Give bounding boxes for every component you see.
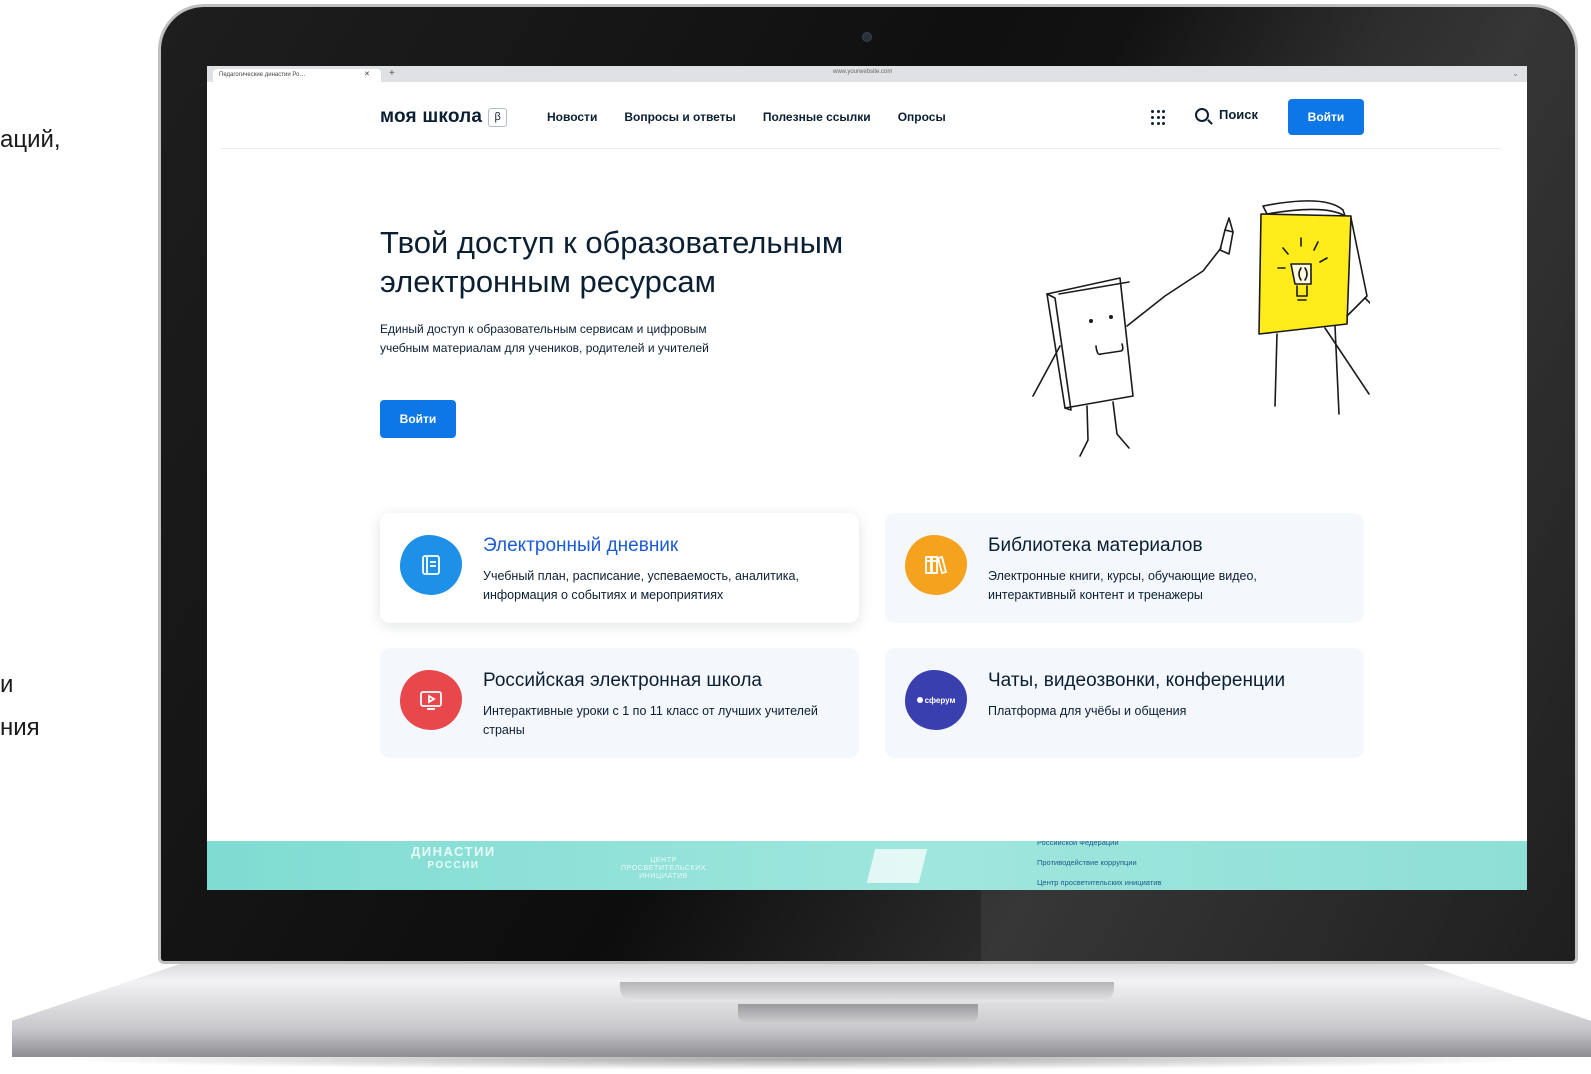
browser-chrome: Педагогические династии Ро… ✕ + www.your… [207,66,1527,82]
footer-link[interactable]: Противодействие коррупции [1037,853,1161,873]
footer-strip: ДИНАСТИИ РОССИИ ЦЕНТР ПРОСВЕТИТЕЛЬСКИХ И… [207,841,1527,890]
service-card-library[interactable]: Библиотека материалов Электронные книги,… [885,513,1364,623]
service-card-sferum[interactable]: сферум Чаты, видеозвонки, конференции Пл… [885,648,1364,758]
card-description: Платформа для учёбы и общения [988,704,1187,718]
site-logo[interactable]: моя школа β [380,106,508,128]
laptop-base-notch [738,1004,978,1024]
site-header: моя школа β Новости Вопросы и ответы Пол… [207,82,1527,149]
nav-item-polls[interactable]: Опросы [898,110,946,124]
search-button[interactable]: Поиск [1195,107,1258,122]
search-label: Поиск [1219,107,1259,122]
tab-title: Педагогические династии Ро… [219,72,306,78]
chevron-down-icon[interactable]: ⌄ [1512,69,1519,78]
new-tab-icon[interactable]: + [389,68,395,79]
card-description: Интерактивные уроки с 1 по 11 класс от л… [483,704,818,737]
footer-brand-line: ДИНАСТИИ [411,844,496,859]
close-icon[interactable]: ✕ [364,70,370,78]
camera-icon [862,32,872,42]
footer-center-logo[interactable]: ЦЕНТР ПРОСВЕТИТЕЛЬСКИХ ИНИЦИАТИВ [621,857,706,881]
service-card-diary[interactable]: Электронный дневник Учебный план, распис… [380,513,859,623]
card-title[interactable]: Электронный дневник [483,535,678,557]
footer-brand[interactable]: ДИНАСТИИ РОССИИ [411,845,496,873]
card-description: Учебный план, расписание, успеваемость, … [483,569,799,602]
footer-link[interactable]: Российской Федерации [1037,841,1161,853]
card-description: Электронные книги, курсы, обучающие виде… [988,569,1257,602]
nav-item-news[interactable]: Новости [547,110,597,124]
page-title: Твой доступ к образовательным электронны… [380,225,844,299]
sferum-dot-icon [916,697,923,703]
address-bar[interactable]: www.yourwebsite.com [833,69,892,75]
slide-text-fragment: аций, [0,126,61,153]
card-title[interactable]: Чаты, видеозвонки, конференции [988,670,1285,692]
footer-brand-line: РОССИИ [427,860,480,871]
search-icon [1195,107,1209,122]
nav-item-faq[interactable]: Вопросы и ответы [624,110,735,124]
header-divider [221,148,1501,149]
footer-badge-logo[interactable] [866,849,928,883]
footer-center-line: ЦЕНТР [650,857,677,864]
footer-center-line: ПРОСВЕТИТЕЛЬСКИХ [621,865,707,872]
beta-badge: β [488,107,508,127]
login-button[interactable]: Войти [1288,99,1364,135]
laptop-base-groove [620,982,1114,1002]
hero-subtitle: Единый доступ к образовательным сервисам… [380,322,709,355]
diary-icon [400,535,462,595]
laptop-screen: Педагогические династии Ро… ✕ + www.your… [207,66,1527,890]
sferum-label: сферум [924,695,956,705]
browser-tab[interactable]: Педагогические династии Ро… [213,69,381,82]
footer-link[interactable]: Центр просветительских инициатив [1037,873,1161,890]
logo-text: моя школа [380,106,483,127]
service-card-resh[interactable]: Российская электронная школа Интерактивн… [380,648,859,758]
hero-illustration [1032,200,1370,457]
video-lesson-icon [400,670,462,730]
apps-grid-icon[interactable] [1151,110,1167,126]
footer-center-line: ИНИЦИАТИВ [639,873,688,880]
card-title[interactable]: Российская электронная школа [483,670,762,692]
nav-item-links[interactable]: Полезные ссылки [763,110,871,124]
main-nav: Новости Вопросы и ответы Полезные ссылки… [547,110,946,124]
sferum-logo: сферум [905,670,967,730]
footer-links: Российской Федерации Противодействие кор… [1037,841,1161,890]
slide-text-fragment: ния [0,714,40,741]
slide-text-fragment: и [0,671,14,698]
card-title[interactable]: Библиотека материалов [988,535,1203,557]
hero-login-button[interactable]: Войти [380,400,456,438]
library-books-icon [905,535,967,595]
